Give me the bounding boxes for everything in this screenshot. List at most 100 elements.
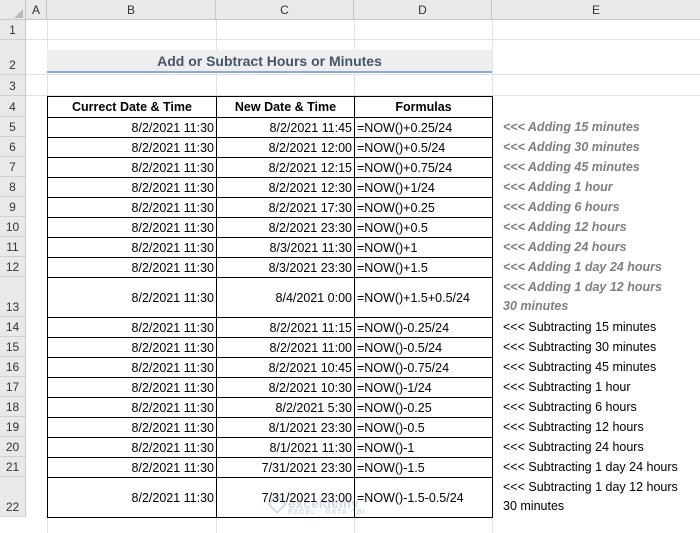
cell-current[interactable]: 8/2/2021 11:30 [47,157,217,178]
cell-formula[interactable]: =NOW()-0.25 [354,397,493,418]
column-header-a[interactable]: A [26,0,47,20]
cell-current[interactable]: 8/2/2021 11:30 [47,437,217,458]
header-current-date-time[interactable]: Currect Date & Time [47,96,217,118]
cell-formula[interactable]: =NOW()+0.25/24 [354,117,493,138]
cell-formula[interactable]: =NOW()+0.5 [354,217,493,238]
cell-current[interactable]: 8/2/2021 11:30 [47,117,217,138]
cell-formula[interactable]: =NOW()+1.5+0.5/24 [354,277,493,318]
row-header[interactable]: 5 [0,117,26,137]
cell-formula[interactable]: =NOW()-1 [354,437,493,458]
cell-formula[interactable]: =NOW()+1 [354,237,493,258]
row-header[interactable]: 21 [0,457,26,477]
note-cell[interactable]: <<< Adding 1 day 24 hours [503,260,662,274]
header-formulas[interactable]: Formulas [354,96,493,118]
cell-current[interactable]: 8/2/2021 11:30 [47,417,217,438]
cell-current[interactable]: 8/2/2021 11:30 [47,237,217,258]
cell-formula[interactable]: =NOW()+1.5 [354,257,493,278]
row-header[interactable]: 1 [0,20,26,40]
note-cell[interactable]: <<< Adding 1 hour [503,180,613,194]
cell-new[interactable]: 7/31/2021 23:30 [216,457,355,478]
note-cell[interactable]: <<< Subtracting 45 minutes [503,360,656,374]
cell-formula[interactable]: =NOW()-0.5/24 [354,337,493,358]
cell-current[interactable]: 8/2/2021 11:30 [47,137,217,158]
cell-new[interactable]: 8/2/2021 12:15 [216,157,355,178]
row-header[interactable]: 10 [0,217,26,237]
note-cell[interactable]: <<< Subtracting 12 hours [503,420,644,434]
cell-current[interactable]: 8/2/2021 11:30 [47,277,217,318]
row-header[interactable]: 9 [0,197,26,217]
cell-formula[interactable]: =NOW()+0.75/24 [354,157,493,178]
cell-new[interactable]: 8/2/2021 11:15 [216,317,355,338]
row-header[interactable]: 14 [0,317,26,337]
cell-current[interactable]: 8/2/2021 11:30 [47,197,217,218]
column-header-b[interactable]: B [47,0,216,20]
page-title[interactable]: Add or Subtract Hours or Minutes [47,50,492,73]
note-cell[interactable]: <<< Adding 6 hours [503,200,620,214]
note-cell[interactable]: <<< Adding 12 hours [503,220,627,234]
note-cell[interactable]: <<< Adding 1 day 12 hours 30 minutes [503,278,662,316]
cell-new[interactable]: 8/2/2021 10:30 [216,377,355,398]
column-header-e[interactable]: E [492,0,700,20]
note-cell[interactable]: <<< Subtracting 1 hour [503,380,631,394]
column-header-c[interactable]: C [216,0,354,20]
cell-current[interactable]: 8/2/2021 11:30 [47,477,217,518]
cell-new[interactable]: 8/2/2021 12:30 [216,177,355,198]
note-cell[interactable]: <<< Adding 15 minutes [503,120,640,134]
row-header[interactable]: 7 [0,157,26,177]
select-all-corner[interactable] [0,0,26,20]
row-header[interactable]: 22 [0,477,26,517]
row-header[interactable]: 11 [0,237,26,257]
cell-formula[interactable]: =NOW()+0.5/24 [354,137,493,158]
cell-formula[interactable]: =NOW()-0.5 [354,417,493,438]
row-header[interactable]: 20 [0,437,26,457]
note-cell[interactable]: <<< Subtracting 30 minutes [503,340,656,354]
note-cell[interactable]: <<< Adding 30 minutes [503,140,640,154]
row-header[interactable]: 18 [0,397,26,417]
cell-new[interactable]: 8/4/2021 0:00 [216,277,355,318]
cell-formula[interactable]: =NOW()-1.5 [354,457,493,478]
cell-formula[interactable]: =NOW()+1/24 [354,177,493,198]
cell-new[interactable]: 8/2/2021 5:30 [216,397,355,418]
cell-new[interactable]: 8/2/2021 23:30 [216,217,355,238]
row-header[interactable]: 6 [0,137,26,157]
row-header[interactable]: 2 [0,40,26,75]
row-header[interactable]: 4 [0,96,26,117]
row-header[interactable]: 15 [0,337,26,357]
cell-current[interactable]: 8/2/2021 11:30 [47,217,217,238]
cell-new[interactable]: 8/2/2021 17:30 [216,197,355,218]
cell-current[interactable]: 8/2/2021 11:30 [47,377,217,398]
row-header[interactable]: 17 [0,377,26,397]
row-header[interactable]: 8 [0,177,26,197]
cell-current[interactable]: 8/2/2021 11:30 [47,177,217,198]
cell-current[interactable]: 8/2/2021 11:30 [47,317,217,338]
note-cell[interactable]: <<< Adding 24 hours [503,240,627,254]
row-header[interactable]: 3 [0,75,26,96]
row-header[interactable]: 19 [0,417,26,437]
cell-new[interactable]: 8/2/2021 10:45 [216,357,355,378]
cell-current[interactable]: 8/2/2021 11:30 [47,257,217,278]
cell-current[interactable]: 8/2/2021 11:30 [47,357,217,378]
cell-new[interactable]: 8/3/2021 11:30 [216,237,355,258]
cell-new[interactable]: 8/1/2021 11:30 [216,437,355,458]
cell-current[interactable]: 8/2/2021 11:30 [47,397,217,418]
note-cell[interactable]: <<< Subtracting 1 day 12 hours 30 minutes [503,478,678,516]
row-header[interactable]: 12 [0,257,26,277]
note-cell[interactable]: <<< Adding 45 minutes [503,160,640,174]
row-header[interactable]: 13 [0,277,26,317]
cell-new[interactable]: 8/1/2021 23:30 [216,417,355,438]
cell-new[interactable]: 8/3/2021 23:30 [216,257,355,278]
cell-formula[interactable]: =NOW()+0.25 [354,197,493,218]
note-cell[interactable]: <<< Subtracting 15 minutes [503,320,656,334]
cell-formula[interactable]: =NOW()-0.75/24 [354,357,493,378]
row-header[interactable]: 16 [0,357,26,377]
cell-current[interactable]: 8/2/2021 11:30 [47,457,217,478]
note-cell[interactable]: <<< Subtracting 1 day 24 hours [503,460,678,474]
cell-formula[interactable]: =NOW()-0.25/24 [354,317,493,338]
cell-new[interactable]: 8/2/2021 11:45 [216,117,355,138]
cell-current[interactable]: 8/2/2021 11:30 [47,337,217,358]
note-cell[interactable]: <<< Subtracting 6 hours [503,400,637,414]
cell-formula[interactable]: =NOW()-1/24 [354,377,493,398]
note-cell[interactable]: <<< Subtracting 24 hours [503,440,644,454]
cell-new[interactable]: 8/2/2021 11:00 [216,337,355,358]
header-new-date-time[interactable]: New Date & Time [216,96,355,118]
